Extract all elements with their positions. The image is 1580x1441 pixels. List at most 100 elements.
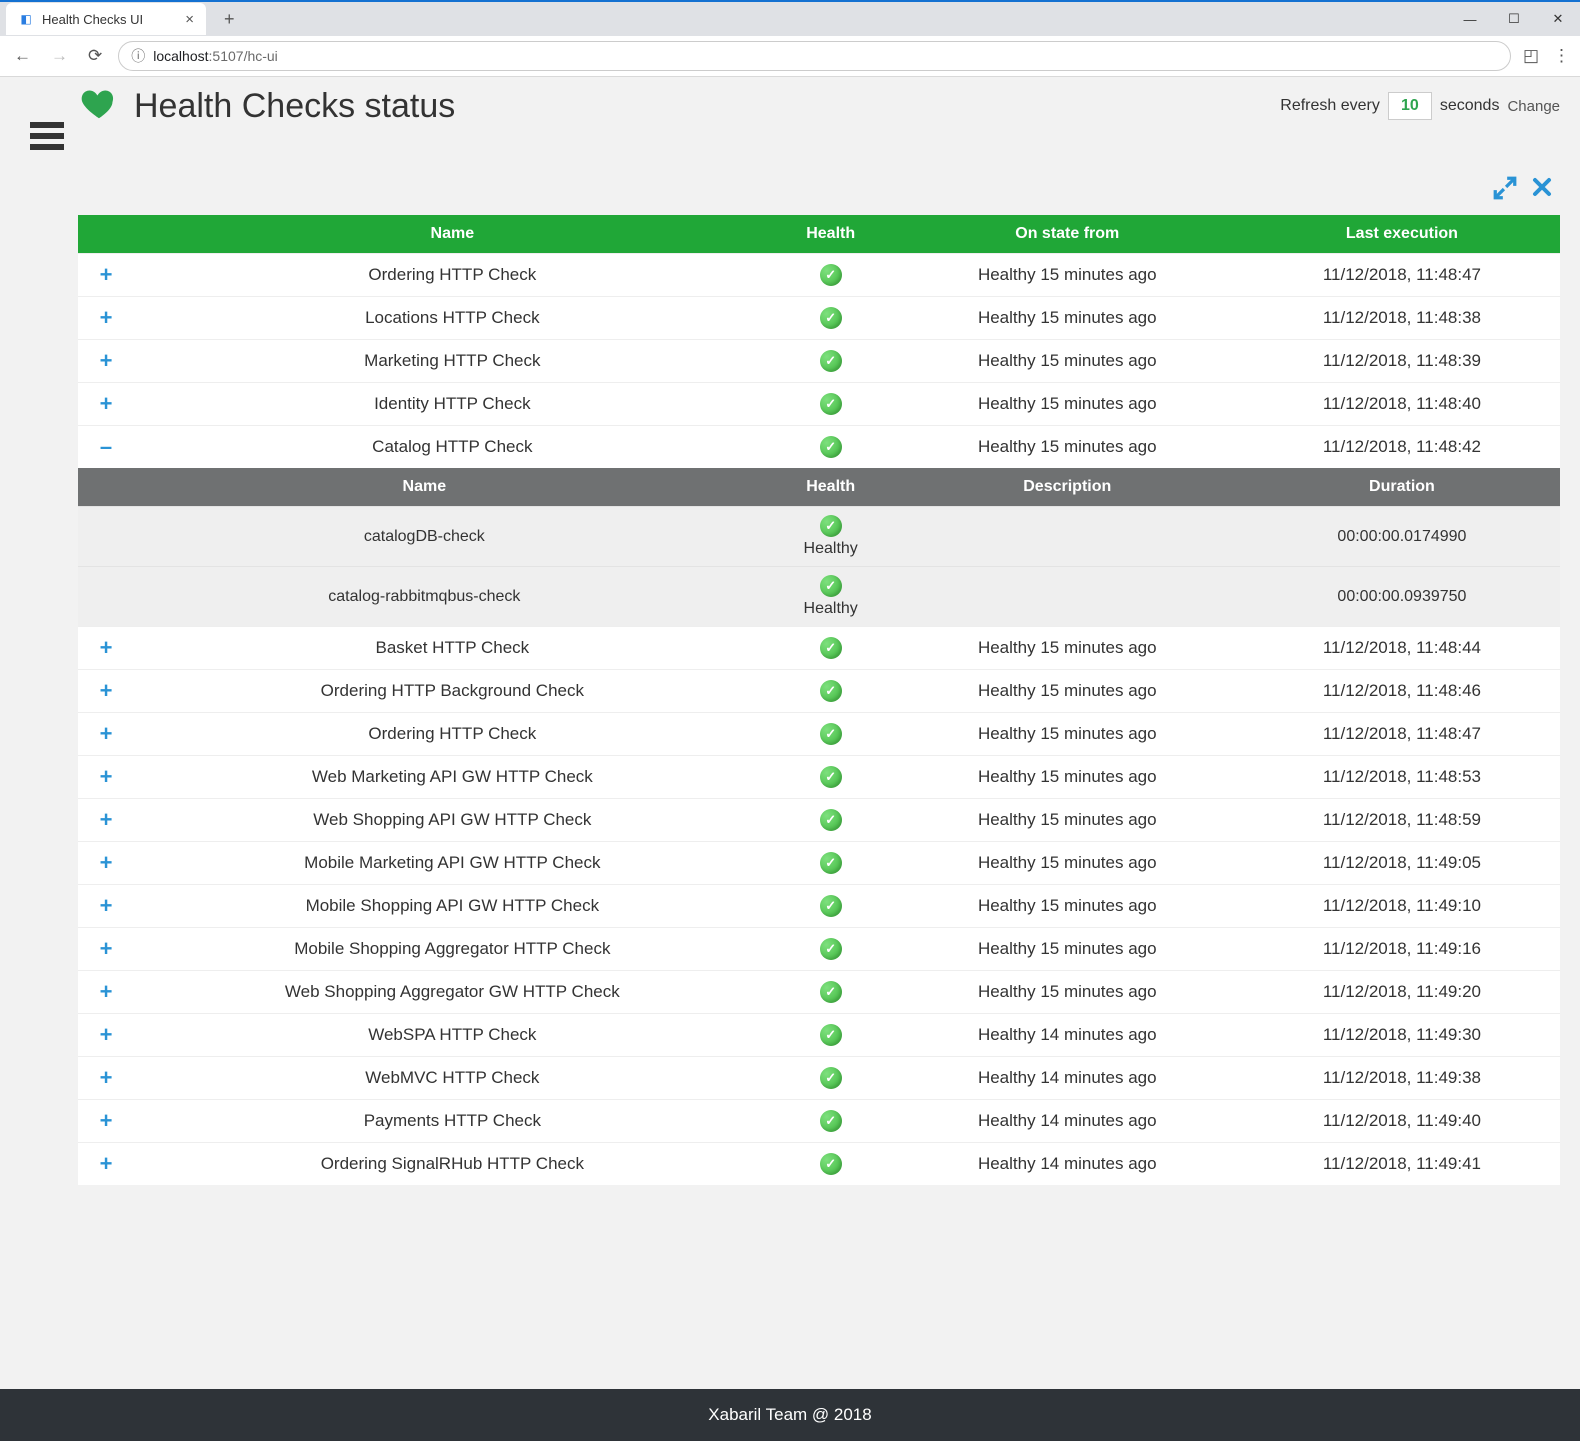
expand-icon[interactable]: +	[100, 979, 113, 1004]
tab-close-icon[interactable]: ×	[185, 11, 194, 28]
expand-icon[interactable]: +	[100, 764, 113, 789]
row-expander[interactable]: +	[78, 1100, 134, 1143]
window-maximize-icon[interactable]: ☐	[1492, 2, 1536, 36]
table-row: +Mobile Shopping API GW HTTP Check✓Healt…	[78, 885, 1560, 928]
table-row: –Catalog HTTP Check✓Healthy 15 minutes a…	[78, 426, 1560, 469]
new-tab-button[interactable]: +	[216, 5, 243, 34]
row-state: Healthy 15 minutes ago	[891, 426, 1244, 469]
row-last-exec: 11/12/2018, 11:48:59	[1244, 799, 1560, 842]
table-row: +Web Shopping API GW HTTP Check✓Healthy …	[78, 799, 1560, 842]
favicon-icon: ◧	[18, 11, 34, 27]
expand-icon[interactable]: +	[100, 391, 113, 416]
sub-row-duration: 00:00:00.0939750	[1244, 567, 1560, 627]
row-name: WebSPA HTTP Check	[134, 1014, 771, 1057]
menu-icon[interactable]: ⋮	[1553, 46, 1570, 66]
window-close-icon[interactable]: ✕	[1536, 2, 1580, 36]
expand-icon[interactable]: +	[100, 305, 113, 330]
browser-tab[interactable]: ◧ Health Checks UI ×	[6, 3, 206, 35]
expand-fullscreen-icon[interactable]	[1492, 175, 1518, 205]
expand-icon[interactable]: +	[100, 850, 113, 875]
row-health: ✓	[771, 971, 891, 1014]
row-name: Ordering HTTP Check	[134, 713, 771, 756]
sub-col-duration: Duration	[1244, 468, 1560, 507]
row-expander[interactable]: +	[78, 627, 134, 670]
row-expander[interactable]: +	[78, 928, 134, 971]
expand-icon[interactable]: +	[100, 1108, 113, 1133]
row-last-exec: 11/12/2018, 11:48:44	[1244, 627, 1560, 670]
row-name: Web Marketing API GW HTTP Check	[134, 756, 771, 799]
panel-actions	[78, 145, 1560, 215]
refresh-interval-input[interactable]	[1388, 92, 1432, 120]
row-last-exec: 11/12/2018, 11:48:47	[1244, 254, 1560, 297]
expand-icon[interactable]: +	[100, 936, 113, 961]
status-ok-icon: ✓	[820, 515, 842, 537]
row-expander[interactable]: +	[78, 713, 134, 756]
collapse-icon[interactable]: –	[100, 434, 112, 459]
expand-icon[interactable]: +	[100, 635, 113, 660]
row-last-exec: 11/12/2018, 11:49:41	[1244, 1143, 1560, 1186]
change-link[interactable]: Change	[1507, 98, 1560, 115]
row-expander[interactable]: +	[78, 1057, 134, 1100]
expand-icon[interactable]: +	[100, 348, 113, 373]
omnibox[interactable]: ⓘ localhost:5107/hc-ui	[118, 41, 1511, 71]
sub-row-duration: 00:00:00.0174990	[1244, 507, 1560, 567]
hamburger-menu-button[interactable]	[30, 117, 64, 155]
status-ok-icon: ✓	[820, 637, 842, 659]
status-ok-icon: ✓	[820, 852, 842, 874]
row-expander[interactable]: +	[78, 297, 134, 340]
browser-chrome: ◧ Health Checks UI × + — ☐ ✕ ← → ⟳ ⓘ loc…	[0, 0, 1580, 77]
row-health: ✓	[771, 426, 891, 469]
row-expander[interactable]: +	[78, 799, 134, 842]
tab-strip: ◧ Health Checks UI × + — ☐ ✕	[0, 0, 1580, 36]
row-name: Ordering HTTP Check	[134, 254, 771, 297]
expand-icon[interactable]: +	[100, 893, 113, 918]
status-ok-icon: ✓	[820, 393, 842, 415]
row-expander[interactable]: +	[78, 670, 134, 713]
row-name: Catalog HTTP Check	[134, 426, 771, 469]
row-state: Healthy 15 minutes ago	[891, 799, 1244, 842]
row-health: ✓	[771, 627, 891, 670]
row-expander[interactable]: +	[78, 1014, 134, 1057]
nav-reload-icon[interactable]: ⟳	[84, 42, 106, 70]
row-health: ✓	[771, 756, 891, 799]
sub-table-row: catalogDB-check✓Healthy00:00:00.0174990	[78, 507, 1560, 567]
expand-icon[interactable]: +	[100, 1065, 113, 1090]
expand-icon[interactable]: +	[100, 678, 113, 703]
row-state: Healthy 15 minutes ago	[891, 670, 1244, 713]
expand-icon[interactable]: +	[100, 1151, 113, 1176]
expand-icon[interactable]: +	[100, 721, 113, 746]
site-info-icon[interactable]: ⓘ	[131, 46, 145, 66]
expand-icon[interactable]: +	[100, 807, 113, 832]
row-expander[interactable]: +	[78, 971, 134, 1014]
status-ok-icon: ✓	[820, 938, 842, 960]
address-bar: ← → ⟳ ⓘ localhost:5107/hc-ui ◰ ⋮	[0, 36, 1580, 76]
row-expander[interactable]: +	[78, 842, 134, 885]
window-minimize-icon[interactable]: —	[1448, 2, 1492, 36]
row-last-exec: 11/12/2018, 11:49:40	[1244, 1100, 1560, 1143]
row-expander[interactable]: –	[78, 426, 134, 469]
row-last-exec: 11/12/2018, 11:48:53	[1244, 756, 1560, 799]
table-row: +Web Marketing API GW HTTP Check✓Healthy…	[78, 756, 1560, 799]
window-controls: — ☐ ✕	[1448, 2, 1580, 36]
status-ok-icon: ✓	[820, 1067, 842, 1089]
profile-icon[interactable]: ◰	[1523, 46, 1539, 66]
row-expander[interactable]: +	[78, 254, 134, 297]
table-row: +WebSPA HTTP Check✓Healthy 14 minutes ag…	[78, 1014, 1560, 1057]
status-ok-icon: ✓	[820, 895, 842, 917]
row-last-exec: 11/12/2018, 11:49:05	[1244, 842, 1560, 885]
expand-icon[interactable]: +	[100, 1022, 113, 1047]
row-last-exec: 11/12/2018, 11:49:10	[1244, 885, 1560, 928]
expand-icon[interactable]: +	[100, 262, 113, 287]
nav-back-icon[interactable]: ←	[10, 42, 35, 70]
row-expander[interactable]: +	[78, 340, 134, 383]
row-expander[interactable]: +	[78, 756, 134, 799]
nav-forward-icon[interactable]: →	[47, 42, 72, 70]
row-expander[interactable]: +	[78, 1143, 134, 1186]
refresh-controls: Refresh every seconds Change	[1280, 92, 1560, 120]
row-state: Healthy 15 minutes ago	[891, 627, 1244, 670]
col-name: Name	[134, 215, 771, 254]
health-label: Healthy	[779, 539, 883, 558]
close-panel-icon[interactable]	[1530, 175, 1554, 205]
row-expander[interactable]: +	[78, 885, 134, 928]
row-expander[interactable]: +	[78, 383, 134, 426]
